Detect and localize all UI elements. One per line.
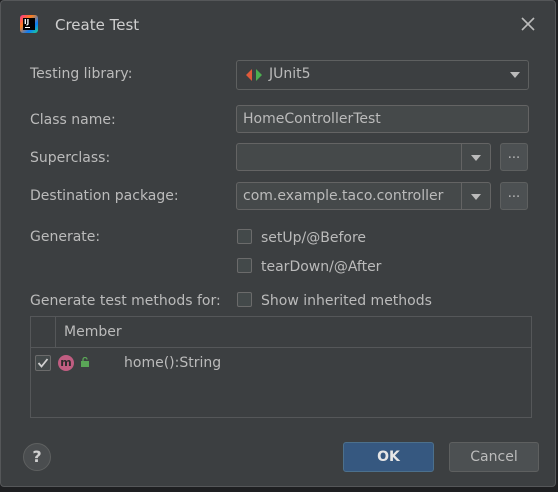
class-name-value: HomeControllerTest [243, 111, 381, 127]
create-test-dialog: IJ Create Test Testing library: JUnit5 C… [0, 0, 556, 487]
destination-package-value: com.example.taco.controller [243, 188, 444, 204]
generate-label: Generate: [30, 229, 101, 245]
class-name-input[interactable]: HomeControllerTest [236, 105, 529, 133]
superclass-label: Superclass: [30, 150, 111, 166]
member-column-header[interactable]: Member [64, 324, 122, 340]
dialog-title: Create Test [55, 16, 140, 34]
table-row[interactable]: m home():String [31, 348, 531, 378]
table-header: Member [31, 317, 531, 348]
destination-package-browse-button[interactable]: ... [500, 182, 528, 210]
method-icon: m [58, 355, 74, 371]
member-name: home():String [124, 355, 222, 371]
superclass-browse-button[interactable]: ... [500, 143, 528, 171]
close-icon [521, 17, 535, 31]
setup-checkbox[interactable] [237, 229, 252, 244]
testing-library-select[interactable]: JUnit5 [236, 60, 529, 90]
testing-library-label: Testing library: [30, 66, 133, 82]
chevron-down-icon[interactable] [471, 155, 481, 161]
help-button[interactable]: ? [23, 443, 51, 471]
class-name-label: Class name: [30, 112, 116, 128]
show-inherited-label: Show inherited methods [261, 293, 432, 309]
checkbox-column-header[interactable] [31, 317, 56, 347]
testing-library-value: JUnit5 [269, 66, 311, 82]
checkmark-icon [37, 358, 49, 368]
intellij-idea-icon: IJ [20, 15, 38, 33]
generate-methods-label: Generate test methods for: [30, 293, 221, 309]
superclass-combobox[interactable] [236, 143, 491, 171]
title-bar: IJ Create Test [1, 1, 557, 47]
destination-package-label: Destination package: [30, 188, 179, 204]
setup-checkbox-label: setUp/@Before [261, 230, 367, 246]
chevron-down-icon[interactable] [471, 194, 481, 200]
destination-package-combobox[interactable]: com.example.taco.controller [236, 182, 491, 210]
cancel-button[interactable]: Cancel [449, 442, 539, 472]
public-lock-icon [81, 357, 89, 367]
chevron-down-icon [510, 72, 520, 78]
junit-icon [246, 69, 262, 81]
members-table: Member m home():String [30, 316, 532, 418]
show-inherited-checkbox[interactable] [237, 292, 252, 307]
ok-button[interactable]: OK [343, 442, 434, 472]
member-checkbox[interactable] [35, 355, 51, 371]
teardown-checkbox-label: tearDown/@After [261, 259, 382, 275]
close-button[interactable] [517, 13, 539, 35]
teardown-checkbox[interactable] [237, 258, 252, 273]
